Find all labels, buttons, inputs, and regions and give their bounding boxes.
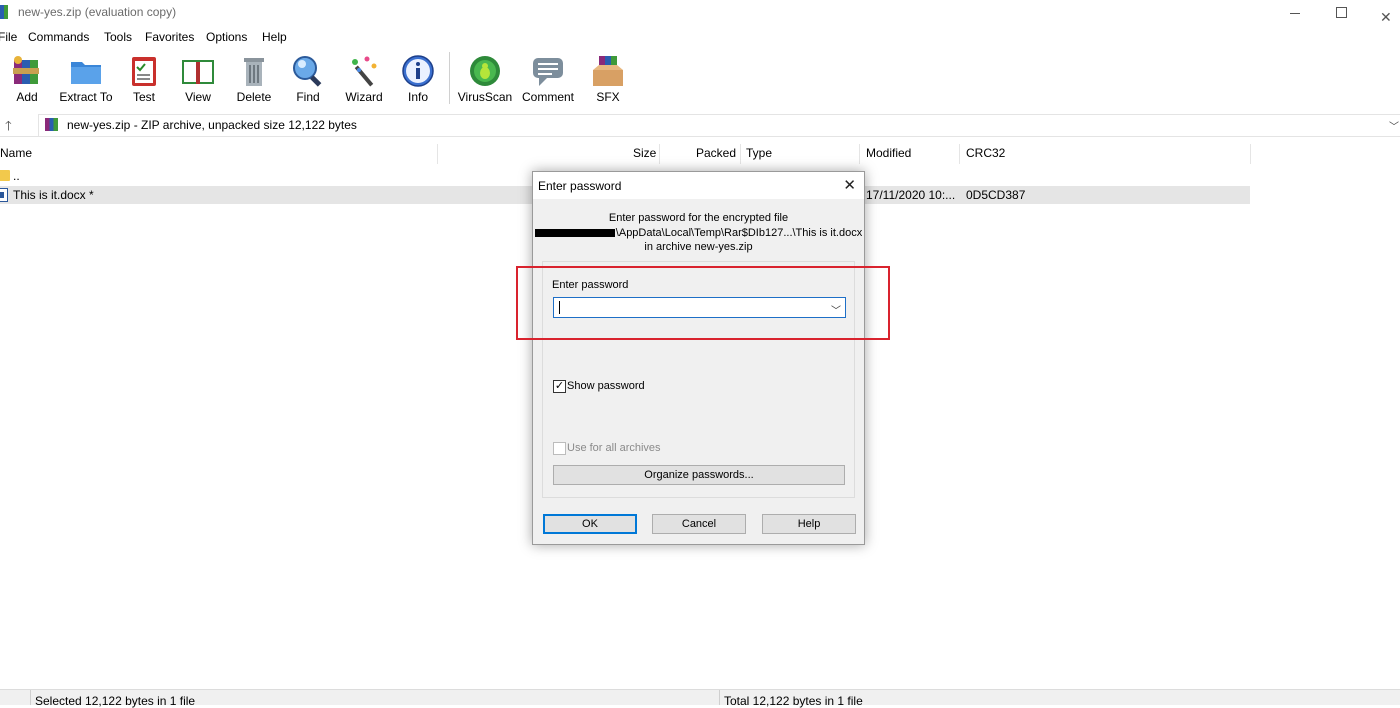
add-archive-icon — [13, 56, 39, 84]
winrar-app-icon[interactable] — [0, 5, 8, 19]
organize-passwords-button[interactable]: Organize passwords... — [553, 465, 845, 485]
toolbar-comment-button[interactable]: Comment — [518, 50, 578, 108]
toolbar-extract-button[interactable]: Extract To — [55, 50, 117, 108]
toolbar-delete-button[interactable]: Delete — [224, 50, 284, 108]
column-divider[interactable] — [1250, 144, 1251, 164]
highlight-annotation-box — [516, 266, 890, 340]
row-modified: 17/11/2020 10:... — [866, 188, 956, 202]
row-name: This is it.docx * — [13, 188, 94, 202]
toolbar-find-label: Find — [296, 90, 320, 104]
close-icon: ✕ — [1380, 9, 1392, 25]
magnifier-icon — [293, 56, 322, 87]
show-password-label[interactable]: Show password — [567, 380, 645, 392]
virus-scan-icon — [470, 56, 500, 86]
column-packed[interactable]: Packed — [696, 142, 736, 164]
dialog-title-bar: Enter password ✕ — [533, 172, 864, 199]
address-field[interactable]: new-yes.zip - ZIP archive, unpacked size… — [38, 114, 1400, 137]
column-divider[interactable] — [859, 144, 860, 164]
toolbar-test-label: Test — [132, 90, 155, 104]
archive-icon — [45, 118, 58, 131]
status-bar: Selected 12,122 bytes in 1 file Total 12… — [0, 689, 1400, 708]
toolbar-delete-label: Delete — [236, 90, 272, 104]
toolbar-virusscan-label: VirusScan — [457, 90, 513, 104]
dialog-title: Enter password — [538, 179, 622, 193]
column-divider[interactable] — [437, 144, 438, 164]
dialog-message-line1: Enter password for the encrypted file — [608, 212, 789, 224]
ok-button[interactable]: OK — [543, 514, 637, 534]
toolbar-virusscan-button[interactable]: VirusScan — [455, 50, 515, 108]
menu-commands[interactable]: Commands — [28, 30, 89, 44]
magic-wand-icon — [352, 56, 377, 87]
toolbar-comment-label: Comment — [521, 90, 574, 104]
toolbar-wizard-button[interactable]: Wizard — [334, 50, 394, 108]
minimize-button[interactable] — [1272, 0, 1318, 26]
column-divider[interactable] — [959, 144, 960, 164]
row-name: .. — [13, 169, 20, 183]
address-bar: 🡑 new-yes.zip - ZIP archive, unpacked si… — [0, 114, 1400, 137]
toolbar-view-label: View — [185, 90, 211, 104]
use-all-archives-checkbox[interactable] — [553, 442, 566, 455]
test-checklist-icon — [132, 57, 156, 86]
menu-favorites[interactable]: Favorites — [145, 30, 194, 44]
column-name[interactable]: Name — [0, 142, 32, 164]
dialog-close-button[interactable]: ✕ — [843, 176, 856, 194]
menu-options[interactable]: Options — [206, 30, 247, 44]
toolbar-info-label: Info — [407, 90, 428, 104]
password-dialog: Enter password ✕ Enter password for the … — [532, 171, 865, 545]
column-crc32[interactable]: CRC32 — [966, 142, 1005, 164]
column-type[interactable]: Type — [746, 142, 772, 164]
menu-file[interactable]: File — [0, 30, 17, 44]
status-divider — [30, 690, 31, 705]
address-text: new-yes.zip - ZIP archive, unpacked size… — [67, 118, 357, 132]
redacted-path — [534, 229, 615, 238]
toolbar-extract-label: Extract To — [59, 90, 113, 104]
sfx-box-icon — [593, 56, 623, 86]
menu-tools[interactable]: Tools — [104, 30, 132, 44]
comment-icon — [533, 58, 563, 86]
toolbar-view-button[interactable]: View — [168, 50, 228, 108]
column-size[interactable]: Size — [633, 142, 656, 164]
folder-icon — [0, 170, 10, 181]
word-document-icon — [0, 188, 8, 202]
toolbar-test-button[interactable]: Test — [114, 50, 174, 108]
column-divider[interactable] — [659, 144, 660, 164]
toolbar-separator — [449, 52, 450, 104]
view-book-icon — [182, 60, 214, 84]
toolbar-sfx-button[interactable]: SFX — [578, 50, 638, 108]
show-password-checkbox[interactable]: ✓ — [553, 380, 566, 393]
maximize-button[interactable] — [1318, 0, 1364, 26]
dialog-message-line2: \AppData\Local\Temp\Rar$DIb127...\This i… — [533, 227, 864, 239]
help-button[interactable]: Help — [762, 514, 856, 534]
title-bar: new-yes.zip (evaluation copy) ✕ — [0, 0, 1400, 26]
up-arrow-icon[interactable]: 🡑 — [5, 117, 12, 139]
toolbar-wizard-label: Wizard — [345, 90, 383, 104]
column-modified[interactable]: Modified — [866, 142, 911, 164]
row-crc32: 0D5CD387 — [966, 188, 1026, 202]
info-icon — [402, 55, 434, 87]
close-window-button[interactable]: ✕ — [1364, 0, 1400, 26]
dialog-path-text: \AppData\Local\Temp\Rar$DIb127...\This i… — [615, 227, 863, 239]
toolbar: Add Extract To Test View Delete Find Wiz… — [0, 50, 1400, 108]
dialog-message-line3: in archive new-yes.zip — [644, 241, 753, 253]
column-divider[interactable] — [740, 144, 741, 164]
toolbar-sfx-label: SFX — [596, 90, 620, 104]
file-list-header: Name Size Packed Type Modified CRC32 — [0, 142, 1252, 166]
toolbar-add-label: Add — [16, 90, 38, 104]
cancel-button[interactable]: Cancel — [652, 514, 746, 534]
use-all-archives-label[interactable]: Use for all archives — [567, 442, 661, 454]
trash-icon — [244, 58, 264, 86]
extract-folder-icon — [71, 62, 101, 84]
toolbar-info-button[interactable]: Info — [388, 50, 448, 108]
status-divider — [719, 690, 720, 705]
toolbar-add-button[interactable]: Add — [0, 50, 57, 108]
menu-help[interactable]: Help — [262, 30, 287, 44]
status-total: Total 12,122 bytes in 1 file — [724, 694, 863, 708]
minimize-icon — [1290, 13, 1300, 14]
toolbar-find-button[interactable]: Find — [278, 50, 338, 108]
window-title: new-yes.zip (evaluation copy) — [18, 5, 177, 19]
status-selected: Selected 12,122 bytes in 1 file — [35, 694, 196, 708]
chevron-down-icon[interactable]: ﹀ — [1389, 118, 1399, 133]
maximize-icon — [1336, 7, 1347, 18]
